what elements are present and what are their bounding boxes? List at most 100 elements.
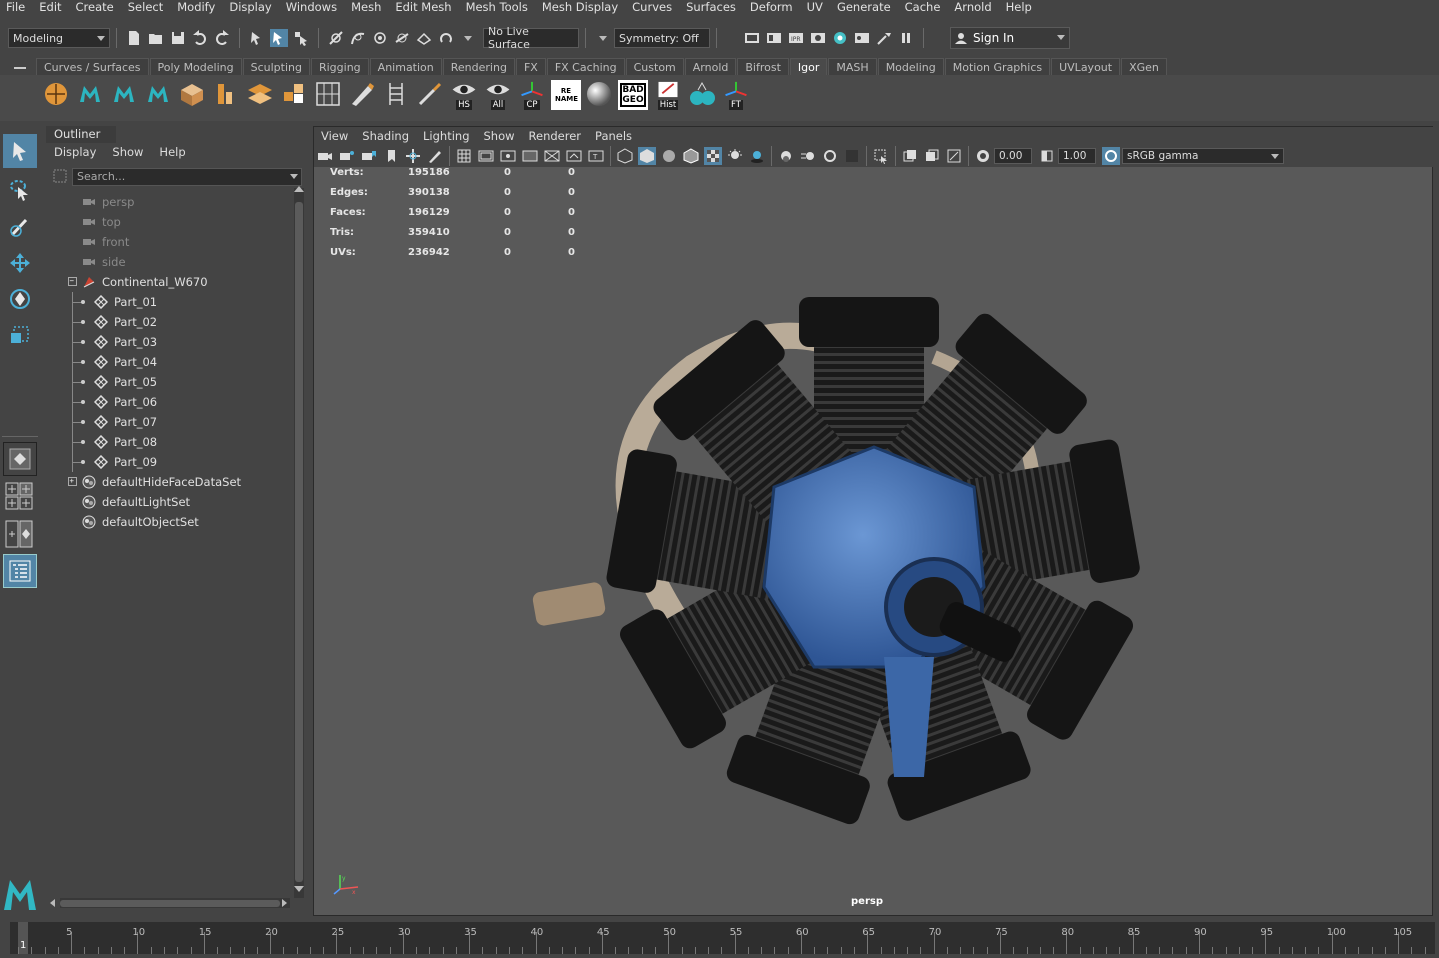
- menu-deform[interactable]: Deform: [744, 0, 801, 15]
- modeling-toolkit-icon[interactable]: [875, 29, 893, 47]
- isolate-select-icon[interactable]: [872, 147, 890, 165]
- undo-icon[interactable]: [191, 29, 209, 47]
- shelf-sphere-icon[interactable]: [585, 80, 613, 110]
- snap-grid-icon[interactable]: [327, 29, 345, 47]
- shelf-tab-uvlayout[interactable]: UVLayout: [1051, 58, 1121, 75]
- outliner-camera-top[interactable]: top: [46, 212, 296, 232]
- outliner-part-1[interactable]: Part_01: [46, 292, 296, 312]
- snap-curve-icon[interactable]: [349, 29, 367, 47]
- scrollbar-thumb[interactable]: [295, 202, 303, 882]
- shelf-tab-fx-caching[interactable]: FX Caching: [546, 58, 625, 75]
- xray-icon[interactable]: [901, 147, 919, 165]
- outliner-camera-persp[interactable]: persp: [46, 192, 296, 212]
- collapse-icon[interactable]: [68, 277, 77, 286]
- shelf-orange-sphere-icon[interactable]: [42, 80, 70, 110]
- 2d-pan-zoom-icon[interactable]: [404, 147, 422, 165]
- new-scene-icon[interactable]: [125, 29, 143, 47]
- color-space-dropdown[interactable]: sRGB gamma: [1122, 148, 1284, 164]
- outliner-horizontal-scrollbar[interactable]: [60, 898, 290, 908]
- shelf-bubbles-icon[interactable]: [688, 80, 716, 110]
- lasso-tool-icon[interactable]: [3, 172, 37, 206]
- shelf-bars-icon[interactable]: [212, 80, 240, 110]
- radial-engine-model[interactable]: [514, 257, 1154, 857]
- outliner-camera-side[interactable]: side: [46, 252, 296, 272]
- outliner-part-4[interactable]: Part_04: [46, 352, 296, 372]
- render-settings-icon[interactable]: [809, 29, 827, 47]
- shelf-blocks-icon[interactable]: [280, 80, 308, 110]
- viewport-menu-renderer[interactable]: Renderer: [522, 129, 589, 143]
- filter-icon[interactable]: [52, 168, 68, 184]
- xray-active-icon[interactable]: [923, 147, 941, 165]
- sign-in-button[interactable]: Sign In: [950, 27, 1070, 49]
- viewport-menu-view[interactable]: View: [314, 129, 355, 143]
- move-tool-icon[interactable]: [3, 246, 37, 280]
- shelf-hist-icon[interactable]: Hist: [654, 80, 682, 110]
- single-view-layout-icon[interactable]: [3, 442, 37, 476]
- live-surface-field[interactable]: No Live Surface: [483, 25, 579, 51]
- smooth-shade-icon[interactable]: [638, 147, 656, 165]
- shelf-layers-icon[interactable]: [246, 80, 274, 110]
- bookmark-icon[interactable]: [360, 147, 378, 165]
- xray-joints-icon[interactable]: [945, 147, 963, 165]
- chevron-down-icon[interactable]: [459, 29, 477, 47]
- exposure-field[interactable]: 0.00: [994, 148, 1032, 164]
- outliner-menu-show[interactable]: Show: [104, 145, 151, 161]
- scrollbar-thumb[interactable]: [60, 900, 280, 907]
- shelf-tab-mash[interactable]: MASH: [828, 58, 877, 75]
- shelf-tab-animation[interactable]: Animation: [369, 58, 442, 75]
- menu-surfaces[interactable]: Surfaces: [680, 0, 744, 15]
- shelf-brush-icon[interactable]: [416, 80, 444, 110]
- menu-cache[interactable]: Cache: [899, 0, 949, 15]
- outliner-layout-icon[interactable]: [3, 554, 37, 588]
- wireframe-on-shaded-icon[interactable]: [682, 147, 700, 165]
- gamma-field[interactable]: 1.00: [1058, 148, 1096, 164]
- chevron-down-icon[interactable]: [594, 29, 612, 47]
- outliner-search-input[interactable]: Search...: [72, 168, 302, 186]
- menu-mesh-display[interactable]: Mesh Display: [536, 0, 626, 15]
- menu-display[interactable]: Display: [223, 0, 279, 15]
- safe-action-icon[interactable]: [565, 147, 583, 165]
- outliner-tab[interactable]: Outliner: [46, 126, 116, 143]
- outliner-part-6[interactable]: Part_06: [46, 392, 296, 412]
- save-scene-icon[interactable]: [169, 29, 187, 47]
- rotate-tool-icon[interactable]: [3, 282, 37, 316]
- viewport-menu-shading[interactable]: Shading: [355, 129, 416, 143]
- menu-select[interactable]: Select: [122, 0, 171, 15]
- render-frame-icon[interactable]: [765, 29, 783, 47]
- menu-uv[interactable]: UV: [801, 0, 831, 15]
- grease-pencil-icon[interactable]: [426, 147, 444, 165]
- side-by-side-layout-icon[interactable]: [3, 518, 37, 550]
- select-hierarchy-icon[interactable]: [248, 29, 266, 47]
- menu-edit-mesh[interactable]: Edit Mesh: [389, 0, 459, 15]
- viewport-menu-lighting[interactable]: Lighting: [416, 129, 476, 143]
- open-scene-icon[interactable]: [147, 29, 165, 47]
- outliner-group-continental[interactable]: Continental_W670: [46, 272, 296, 292]
- menu-set-dropdown[interactable]: Modeling: [8, 28, 110, 48]
- outliner-menu-help[interactable]: Help: [151, 145, 193, 161]
- redo-icon[interactable]: [213, 29, 231, 47]
- outliner-vertical-scrollbar[interactable]: [294, 188, 304, 898]
- select-tool-icon[interactable]: [3, 134, 37, 168]
- screen-space-ao-icon[interactable]: [777, 147, 795, 165]
- gate-mask-icon[interactable]: [521, 147, 539, 165]
- menu-mesh-tools[interactable]: Mesh Tools: [460, 0, 536, 15]
- camera-select-icon[interactable]: [316, 147, 334, 165]
- outliner-part-3[interactable]: Part_03: [46, 332, 296, 352]
- menu-mesh[interactable]: Mesh: [345, 0, 389, 15]
- expand-icon[interactable]: [68, 477, 77, 486]
- shelf-rename-icon[interactable]: RE NAME: [551, 80, 581, 110]
- shelf-tab-igor[interactable]: Igor: [789, 58, 828, 75]
- menu-windows[interactable]: Windows: [280, 0, 345, 15]
- scroll-right-icon[interactable]: [282, 899, 287, 907]
- camera-attributes-icon[interactable]: [338, 147, 356, 165]
- wireframe-icon[interactable]: [616, 147, 634, 165]
- snap-point-icon[interactable]: [371, 29, 389, 47]
- scale-tool-icon[interactable]: [3, 318, 37, 352]
- outliner-part-5[interactable]: Part_05: [46, 372, 296, 392]
- outliner-set-defaulthidefacedataset[interactable]: defaultHideFaceDataSet: [46, 472, 296, 492]
- menu-generate[interactable]: Generate: [831, 0, 899, 15]
- select-component-icon[interactable]: [292, 29, 310, 47]
- shelf-tab-modeling[interactable]: Modeling: [877, 58, 944, 75]
- select-object-icon[interactable]: [270, 29, 288, 47]
- menu-edit[interactable]: Edit: [33, 0, 69, 15]
